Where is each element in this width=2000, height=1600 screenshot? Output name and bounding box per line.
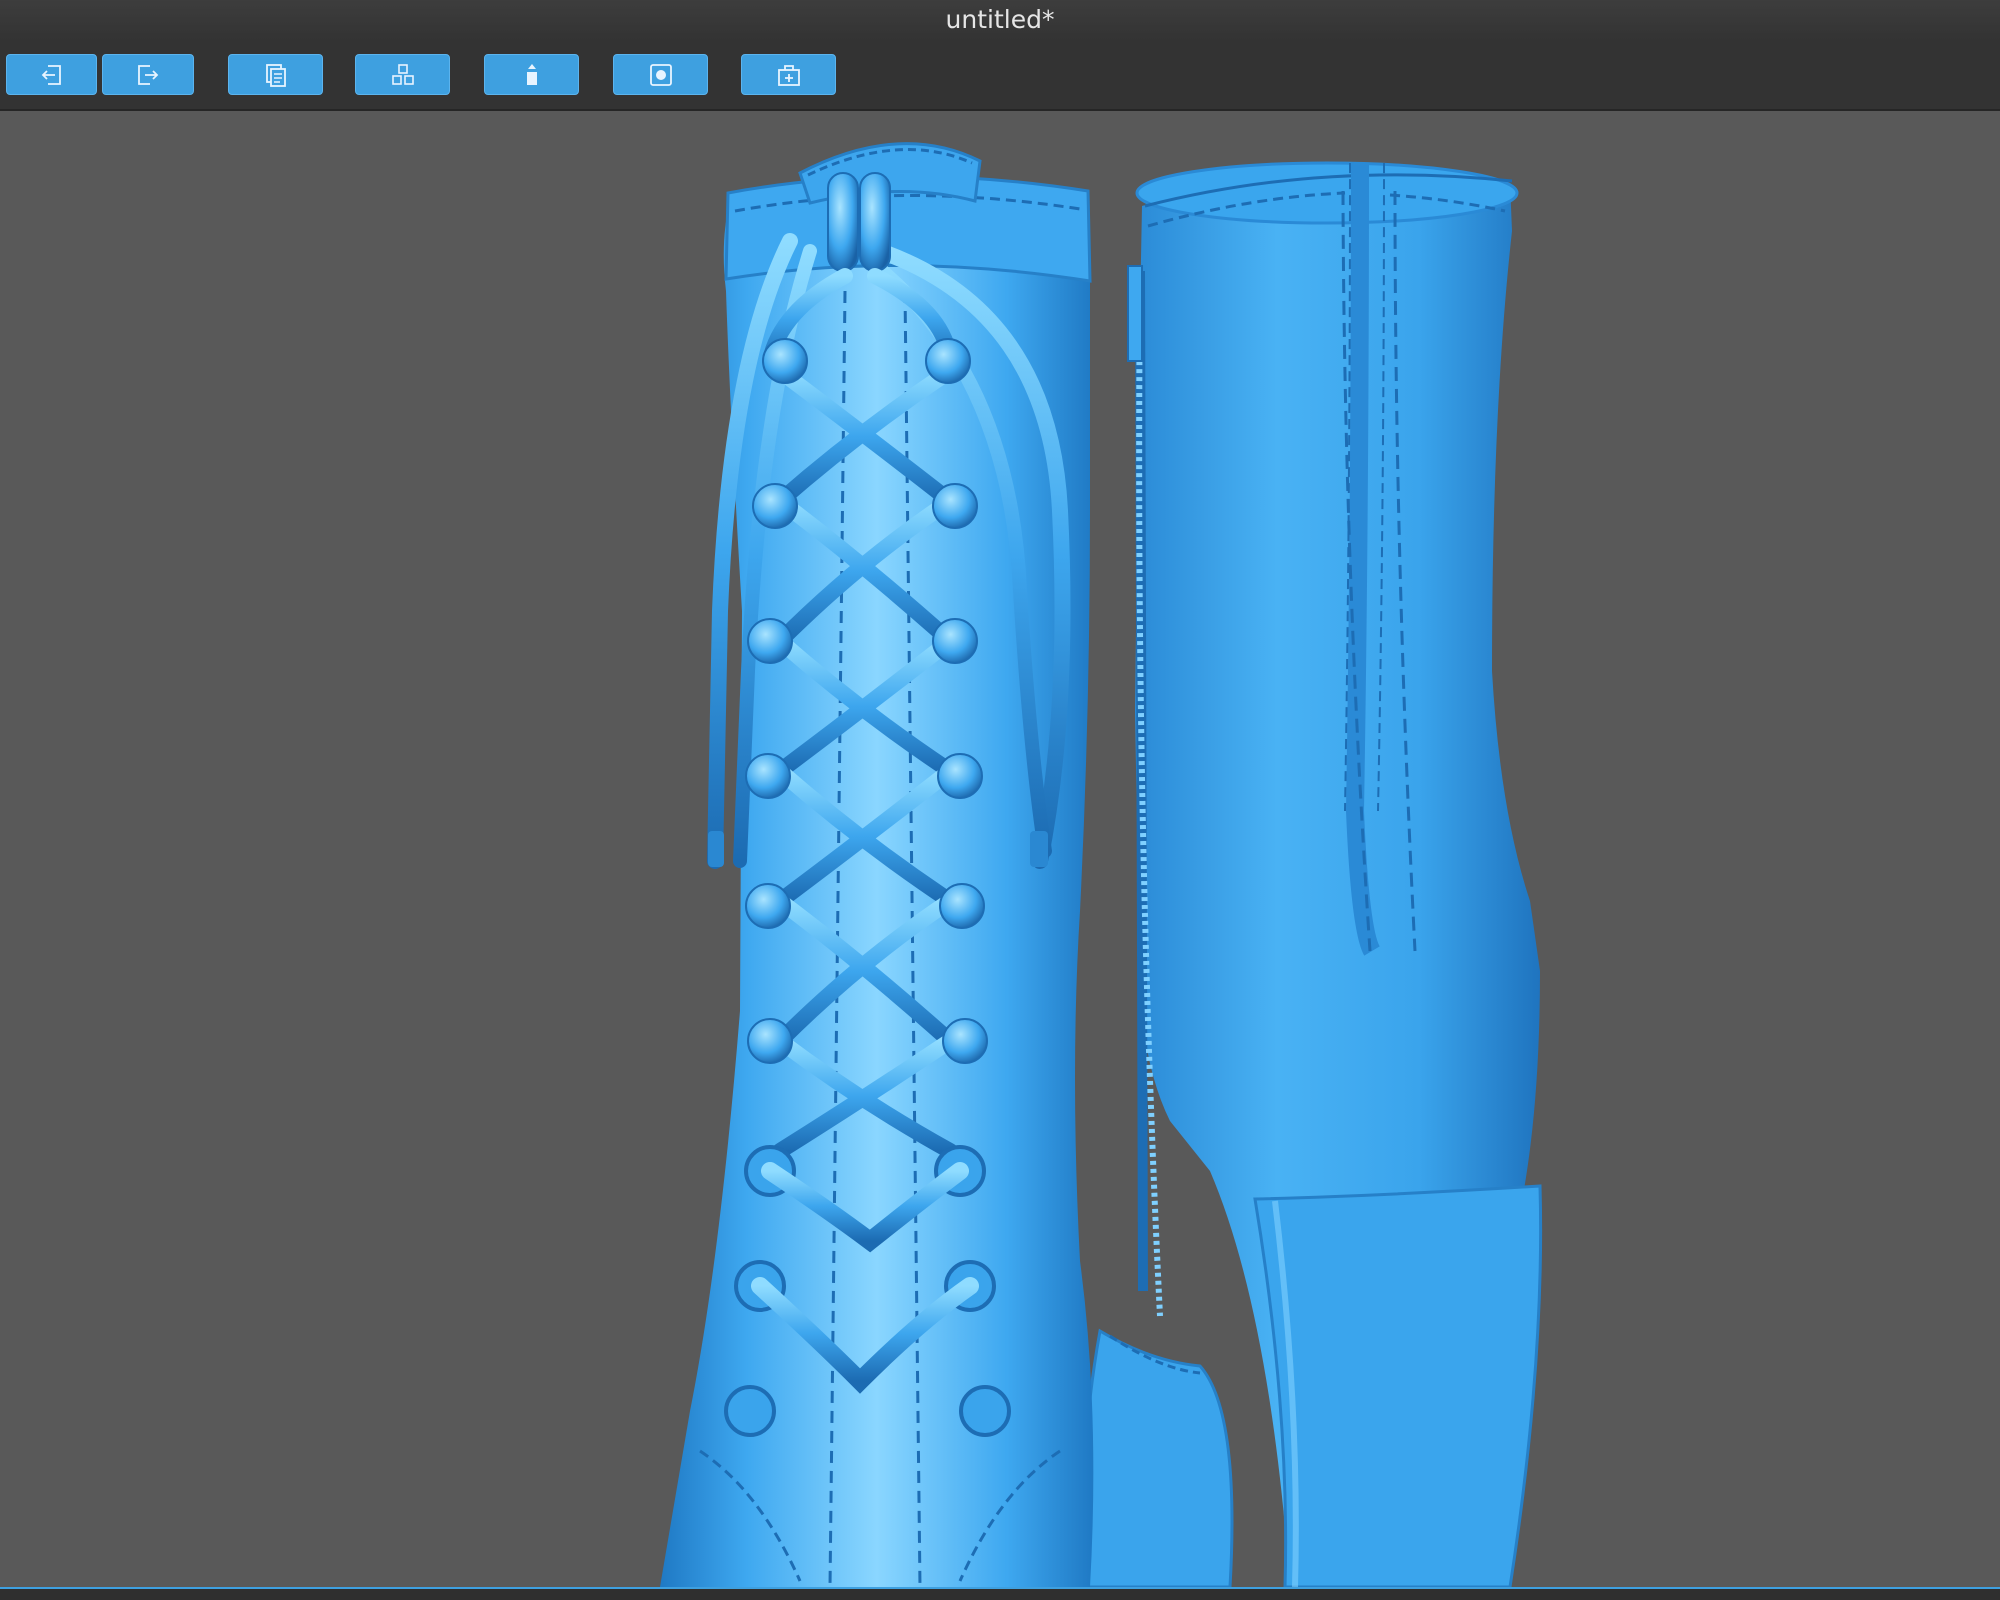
- record-icon: [649, 63, 672, 86]
- upload-button[interactable]: [484, 54, 579, 95]
- export-icon: [138, 64, 159, 85]
- parts-button[interactable]: [355, 54, 450, 95]
- add-box-icon: [777, 64, 800, 86]
- import-icon: [41, 64, 61, 85]
- boots-3d-model[interactable]: [0, 111, 2000, 1587]
- title-bar: untitled*: [0, 0, 2000, 41]
- left-boot: [660, 142, 1094, 1587]
- upload-icon: [526, 63, 537, 85]
- right-boot: [1078, 161, 1543, 1587]
- record-button[interactable]: [613, 54, 708, 95]
- toolbar: [0, 40, 2000, 111]
- import-button[interactable]: [6, 54, 97, 95]
- app-window: untitled*: [0, 0, 2000, 1600]
- 3d-viewport[interactable]: [0, 111, 2000, 1587]
- parts-icon: [391, 63, 414, 85]
- copy-button[interactable]: [228, 54, 323, 95]
- copy-icon: [265, 63, 286, 87]
- add-box-button[interactable]: [741, 54, 836, 95]
- window-title: untitled*: [945, 5, 1055, 34]
- export-button[interactable]: [102, 54, 194, 95]
- status-bar: [0, 1587, 2000, 1600]
